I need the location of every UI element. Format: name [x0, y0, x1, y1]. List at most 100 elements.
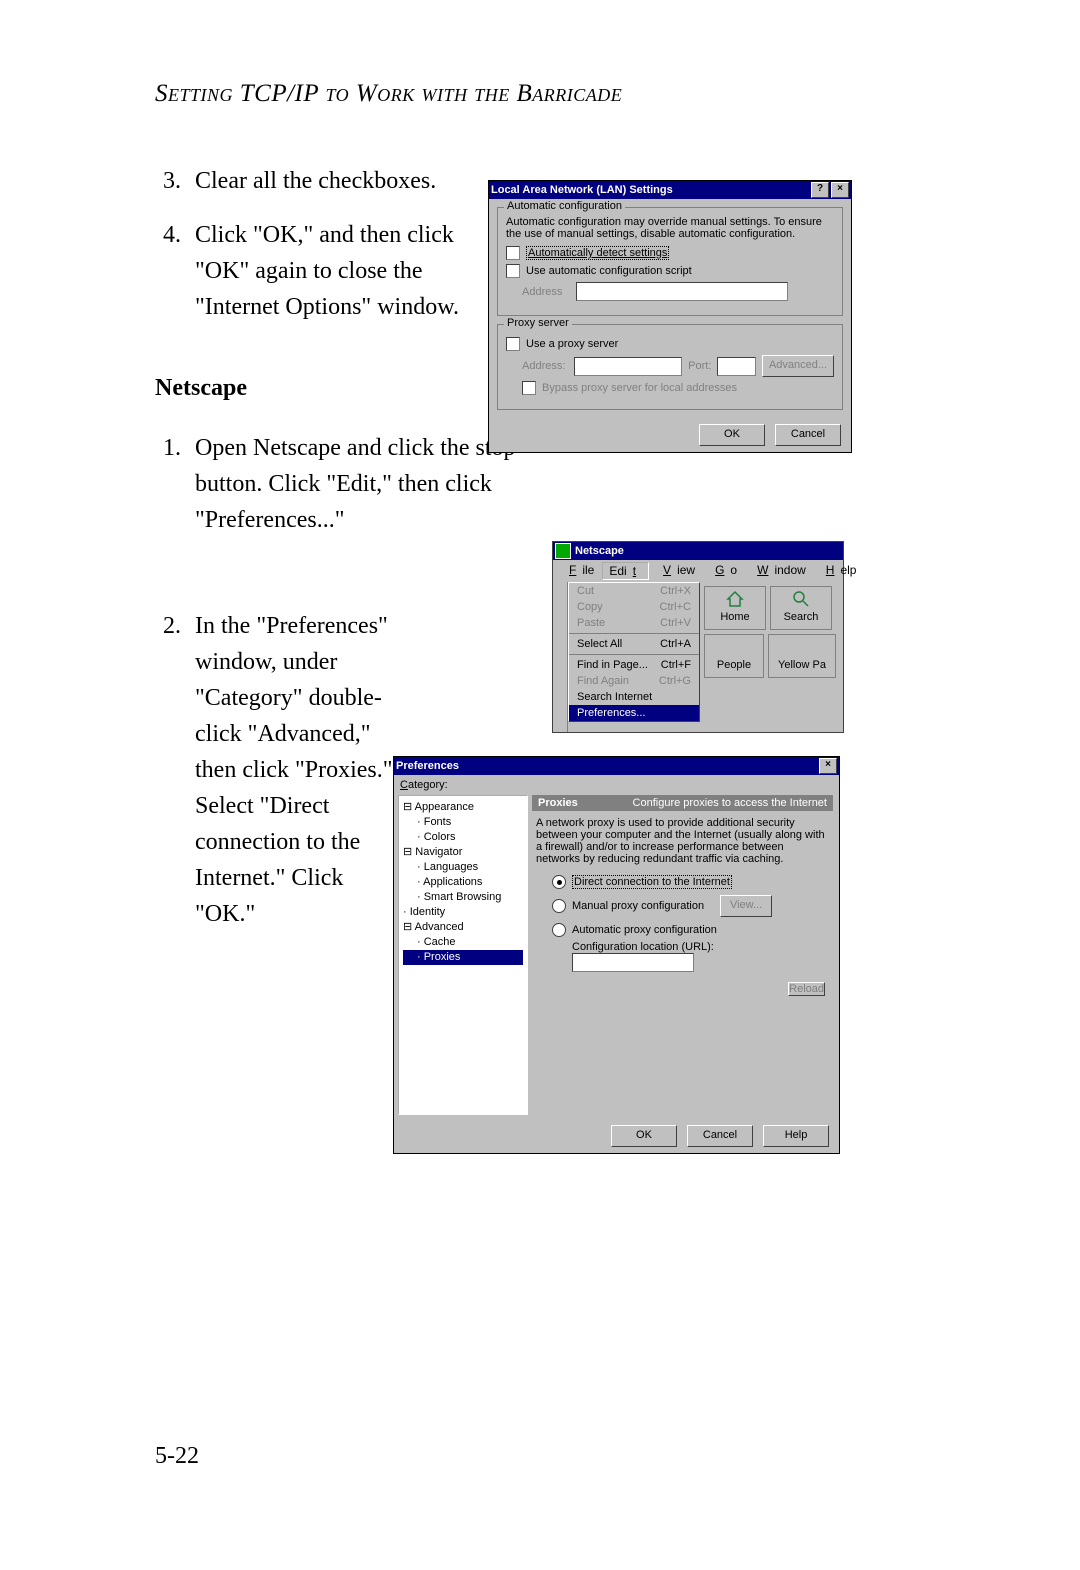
step-text: Click "OK," and then click "OK" again to…	[195, 217, 485, 325]
menu-file[interactable]: File	[557, 562, 600, 580]
menu-view[interactable]: View	[651, 562, 701, 580]
step-num: 3.	[155, 163, 181, 199]
close-icon[interactable]: ×	[831, 182, 849, 198]
menu-bar[interactable]: File Edit View Go Window Help	[553, 560, 843, 582]
step-num: 2.	[155, 608, 181, 932]
radio-label: Direct connection to the Internet	[572, 875, 732, 889]
radio-label: Manual proxy configuration	[572, 900, 704, 912]
yellowpages-button[interactable]: Yellow Pa	[768, 634, 836, 678]
tree-node[interactable]: · Smart Browsing	[403, 890, 523, 905]
tree-node[interactable]: ⊟ Navigator	[403, 845, 523, 860]
app-icon	[555, 543, 571, 559]
tree-node[interactable]: · Applications	[403, 875, 523, 890]
reload-button[interactable]: Reload	[788, 982, 825, 996]
checkbox-auto-detect[interactable]: Automatically detect settings	[506, 246, 834, 260]
field-label: Port:	[688, 360, 711, 372]
step-text: In the "Preferences" window, under "Cate…	[195, 608, 405, 932]
radio-manual[interactable]: Manual proxy configuration View...	[552, 895, 833, 917]
group-desc: Automatic configuration may override man…	[506, 216, 834, 240]
group-label: Proxy server	[504, 317, 572, 329]
dialog-title: Local Area Network (LAN) Settings	[491, 184, 673, 196]
address-input[interactable]	[576, 282, 788, 301]
menu-item[interactable]: CopyCtrl+C	[569, 599, 699, 615]
field-label: Address	[522, 286, 570, 298]
menu-item[interactable]: CutCtrl+X	[569, 583, 699, 599]
menu-go[interactable]: Go	[703, 562, 743, 580]
checkbox-icon	[506, 246, 520, 260]
step-num: 1.	[155, 430, 181, 538]
search-button[interactable]: Search	[770, 586, 832, 630]
checkbox-icon	[506, 264, 520, 278]
window-title: Netscape	[575, 545, 624, 557]
tree-node[interactable]: · Fonts	[403, 815, 523, 830]
window-titlebar[interactable]: Netscape	[553, 542, 843, 560]
radio-auto[interactable]: Automatic proxy configuration	[552, 923, 833, 937]
checkbox-use-proxy[interactable]: Use a proxy server	[506, 337, 834, 351]
menu-item[interactable]: PasteCtrl+V	[569, 615, 699, 631]
page-number: 5-22	[155, 1443, 199, 1470]
lan-settings-dialog: Local Area Network (LAN) Settings ? × Au…	[488, 180, 852, 453]
checkbox-label: Use a proxy server	[526, 338, 618, 350]
menu-window[interactable]: Window	[745, 562, 812, 580]
url-label: Configuration location (URL):	[572, 941, 714, 953]
url-input[interactable]	[572, 953, 694, 972]
field-label: Address:	[522, 360, 568, 372]
radio-direct[interactable]: Direct connection to the Internet	[552, 875, 833, 889]
dialog-titlebar[interactable]: Local Area Network (LAN) Settings ? ×	[489, 181, 851, 199]
page-title: Setting TCP/IP to Work with the Barricad…	[155, 80, 970, 108]
checkbox-label: Use automatic configuration script	[526, 265, 692, 277]
category-label: Category:	[394, 775, 839, 791]
cancel-button[interactable]: Cancel	[775, 424, 841, 446]
menu-item[interactable]: Select AllCtrl+A	[569, 636, 699, 652]
home-button[interactable]: Home	[704, 586, 766, 630]
menu-item[interactable]: Search Internet	[569, 689, 699, 705]
proxy-port-input[interactable]	[717, 357, 756, 376]
search-icon	[792, 590, 810, 608]
step-num: 4.	[155, 217, 181, 325]
radio-icon	[552, 899, 566, 913]
group-label: Automatic configuration	[504, 200, 625, 212]
menu-item[interactable]: Find in Page...Ctrl+F	[569, 657, 699, 673]
tree-node[interactable]: · Identity	[403, 905, 523, 920]
dialog-title: Preferences	[396, 760, 459, 772]
group-proxy: Proxy server Use a proxy server Address:…	[497, 324, 843, 410]
checkbox-auto-script[interactable]: Use automatic configuration script	[506, 264, 834, 278]
tree-node[interactable]: · Proxies	[403, 950, 523, 965]
tree-node[interactable]: · Colors	[403, 830, 523, 845]
panel-desc: A network proxy is used to provide addit…	[532, 811, 833, 869]
home-icon	[726, 590, 744, 608]
tree-node[interactable]: · Languages	[403, 860, 523, 875]
menu-item[interactable]: Find AgainCtrl+G	[569, 673, 699, 689]
tree-node[interactable]: ⊟ Appearance	[403, 800, 523, 815]
checkbox-icon	[506, 337, 520, 351]
help-icon[interactable]: ?	[811, 182, 829, 198]
ok-button[interactable]: OK	[611, 1125, 677, 1147]
tree-node[interactable]: · Cache	[403, 935, 523, 950]
checkbox-label: Automatically detect settings	[528, 247, 667, 259]
ok-button[interactable]: OK	[699, 424, 765, 446]
panel-subtitle: Configure proxies to access the Internet	[633, 797, 827, 809]
menu-item[interactable]: Preferences...	[569, 705, 699, 721]
edit-dropdown: CutCtrl+XCopyCtrl+CPasteCtrl+V Select All…	[568, 582, 700, 722]
radio-icon	[552, 875, 566, 889]
dialog-titlebar[interactable]: Preferences ×	[394, 757, 839, 775]
proxy-address-input[interactable]	[574, 357, 682, 376]
tree-node[interactable]: ⊟ Advanced	[403, 920, 523, 935]
preferences-dialog: Preferences × Category: ⊟ Appearance· Fo…	[393, 756, 840, 1154]
advanced-button[interactable]: Advanced...	[762, 355, 834, 377]
radio-icon	[552, 923, 566, 937]
menu-help[interactable]: Help	[814, 562, 863, 580]
radio-label: Automatic proxy configuration	[572, 924, 717, 936]
cancel-button[interactable]: Cancel	[687, 1125, 753, 1147]
help-button[interactable]: Help	[763, 1125, 829, 1147]
people-button[interactable]: People	[704, 634, 764, 678]
checkbox-icon	[522, 381, 536, 395]
close-icon[interactable]: ×	[819, 758, 837, 774]
view-button[interactable]: View...	[720, 895, 772, 917]
category-tree[interactable]: ⊟ Appearance· Fonts· Colors⊟ Navigator· …	[398, 795, 528, 1115]
checkbox-label: Bypass proxy server for local addresses	[542, 382, 737, 394]
panel-title: Proxies	[538, 797, 578, 809]
step-text: Clear all the checkboxes.	[195, 163, 436, 199]
menu-edit[interactable]: Edit	[602, 562, 649, 580]
netscape-window: Netscape File Edit View Go Window Help C…	[552, 541, 844, 733]
